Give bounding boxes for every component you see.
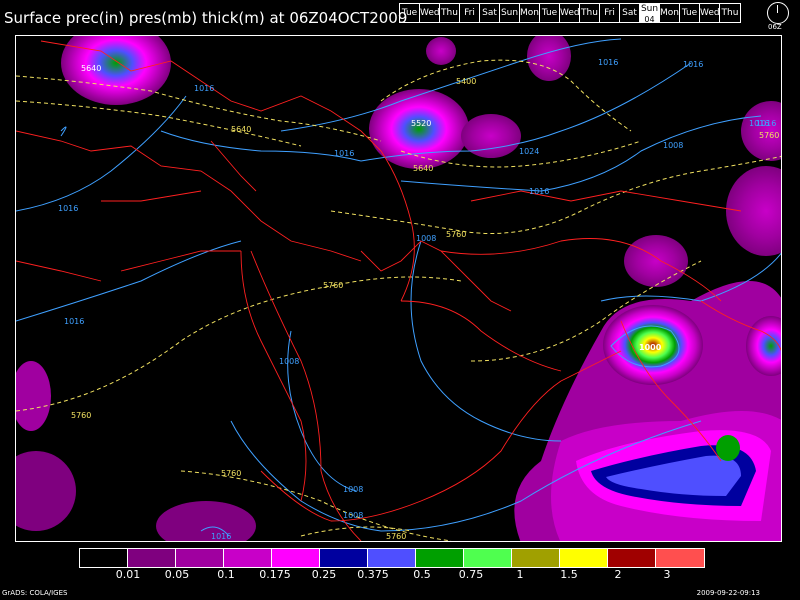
day-cell: Tue	[540, 4, 560, 22]
day-cell: Mon	[660, 4, 680, 22]
legend-tick-label: 1.5	[560, 568, 578, 581]
pressure-label: 1016	[756, 119, 776, 128]
day-cell: Thu	[580, 4, 600, 22]
legend-swatch	[368, 549, 416, 567]
pressure-label: 1000	[639, 343, 662, 352]
thickness-label: 5760	[323, 281, 343, 290]
day-cell: Sat	[480, 4, 500, 22]
legend-tick-label: 0.175	[259, 568, 291, 581]
day-cell: Fri	[460, 4, 480, 22]
pressure-label: 1008	[279, 357, 299, 366]
thickness-label: 5640	[231, 125, 251, 134]
thickness-label: 5640	[81, 64, 101, 73]
precip-legend-ticks: 0.01 0.05 0.1 0.175 0.25 0.375 0.5 0.75 1 1.5 2 3	[79, 568, 722, 582]
thickness-label: 5640	[413, 164, 433, 173]
legend-swatch	[560, 549, 608, 567]
pressure-label: 1024	[519, 147, 539, 156]
pressure-label: 1016	[194, 84, 214, 93]
day-cell: Thu	[440, 4, 460, 22]
legend-swatch	[512, 549, 560, 567]
thickness-label: 5760	[71, 411, 91, 420]
legend-swatch	[128, 549, 176, 567]
map-title: Surface prec(in) pres(mb) thick(m) at 06…	[4, 9, 408, 27]
legend-swatch	[224, 549, 272, 567]
legend-swatch	[608, 549, 656, 567]
clock-label: 06Z	[768, 23, 782, 31]
pressure-label: 1016	[598, 58, 618, 67]
legend-swatch	[272, 549, 320, 567]
legend-tick-label: 0.5	[413, 568, 431, 581]
day-cell: Thu	[721, 8, 739, 18]
pressure-label: 1016	[529, 187, 549, 196]
pressure-label: 1016	[683, 60, 703, 69]
clock-icon	[767, 2, 789, 24]
legend-swatch	[80, 549, 128, 567]
legend-swatch	[416, 549, 464, 567]
day-cell: Mon	[520, 4, 540, 22]
thickness-label: 5760	[446, 230, 466, 239]
day-cell: Wed	[700, 4, 720, 22]
pressure-label: 1016	[58, 204, 78, 213]
thickness-label: 5760	[759, 131, 779, 140]
day-cell: Tue	[680, 4, 700, 22]
precip-legend	[79, 548, 705, 568]
pressure-label: 1016	[211, 532, 231, 541]
day-cell: Wed	[420, 4, 440, 22]
legend-swatch	[320, 549, 368, 567]
legend-tick-label: 0.01	[115, 568, 141, 581]
day-cell: Fri	[600, 4, 620, 22]
forecast-map: 1016 1016 1016 1016 1016 1008 1016 1024 …	[15, 35, 782, 542]
footer-credit: GrADS: COLA/IGES	[2, 589, 68, 597]
legend-tick-label: 0.05	[164, 568, 190, 581]
pressure-label: 1008	[343, 511, 363, 520]
footer-timestamp: 2009-09-22-09:13	[696, 589, 760, 597]
day-cell: Tue	[400, 4, 420, 22]
thickness-label: 5760	[386, 532, 406, 541]
day-selected-date: 04	[644, 15, 655, 24]
thickness-label: 5760	[221, 469, 241, 478]
legend-swatch	[176, 549, 224, 567]
pressure-label: 1008	[416, 234, 436, 243]
thickness-label: 5520	[411, 119, 431, 128]
legend-tick-label: 1	[516, 568, 524, 581]
day-cell: Wed	[560, 4, 580, 22]
day-cell: Sun	[500, 4, 520, 22]
day-cell-selected: Sun 04	[640, 4, 660, 24]
legend-tick-label: 2	[614, 568, 622, 581]
legend-swatch	[656, 549, 704, 567]
pressure-label: 1008	[343, 485, 363, 494]
pressure-label: 1016	[334, 149, 354, 158]
legend-tick-label: 0.75	[458, 568, 484, 581]
day-cell: Sat	[620, 4, 640, 22]
legend-swatch	[464, 549, 512, 567]
pressure-label: 1008	[663, 141, 683, 150]
legend-tick-label: 0.1	[217, 568, 235, 581]
legend-tick-label: 0.25	[311, 568, 337, 581]
pressure-label: 1016	[64, 317, 84, 326]
thickness-label: 5400	[456, 77, 476, 86]
legend-tick-label: 0.375	[357, 568, 389, 581]
day-strip: Tue Wed Thu Fri Sat Sun Mon Tue Wed Thu …	[399, 3, 741, 24]
legend-tick-label: 3	[663, 568, 671, 581]
